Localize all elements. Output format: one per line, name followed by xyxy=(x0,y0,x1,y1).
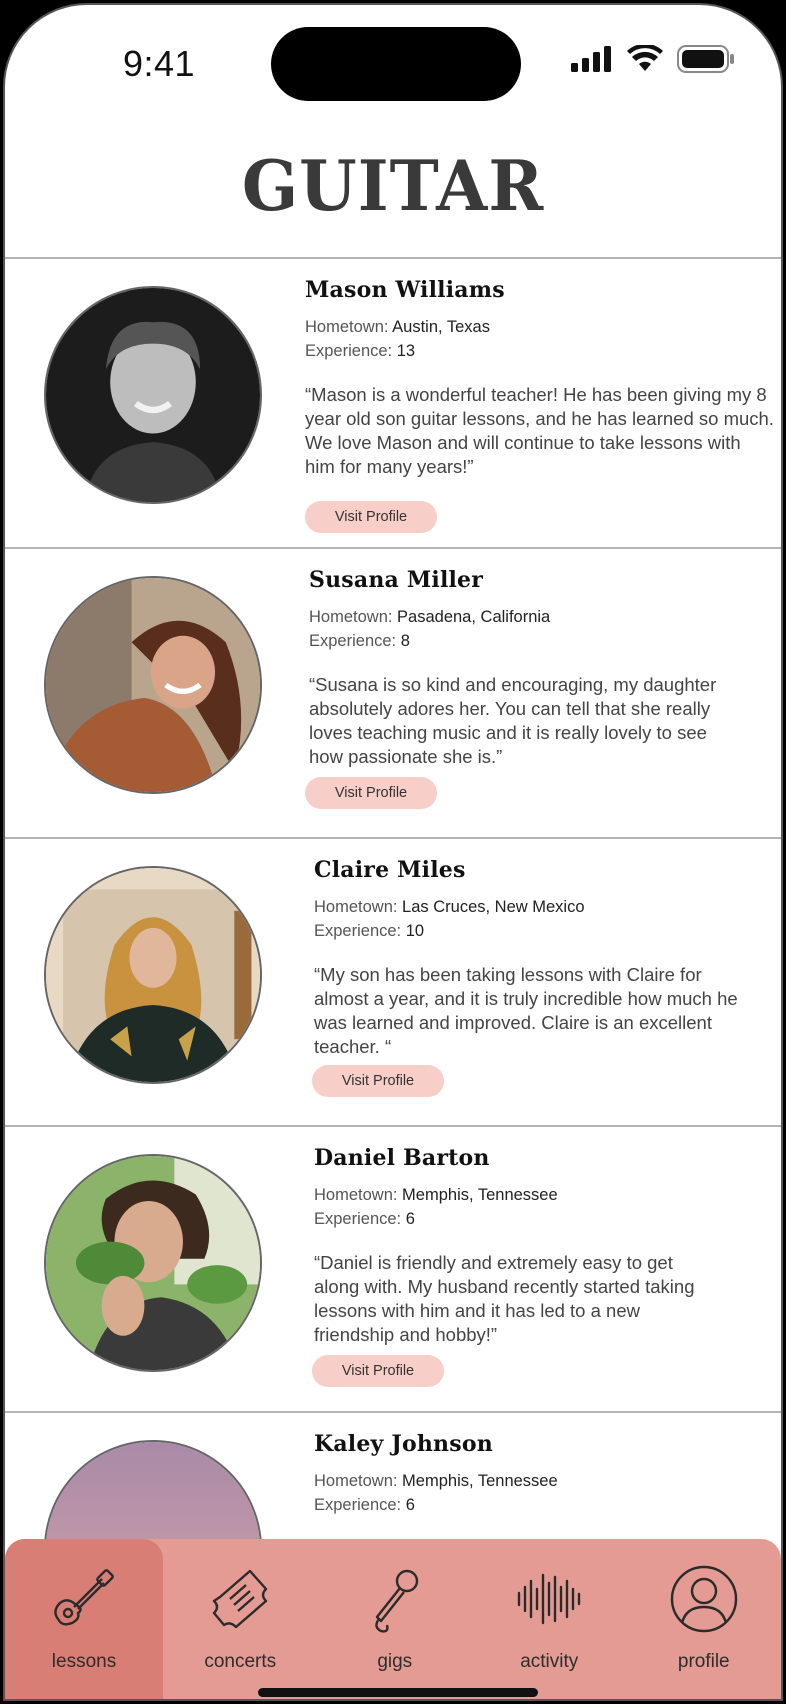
review-text: “Susana is so kind and encouraging, my d… xyxy=(309,674,717,767)
teacher-avatar[interactable] xyxy=(44,866,262,1084)
teacher-name: Kaley Johnson xyxy=(314,1431,493,1457)
hometown-row: Hometown: Pasadena, California xyxy=(309,605,779,629)
visit-profile-button[interactable]: Visit Profile xyxy=(312,1065,444,1097)
experience-value: 6 xyxy=(405,1210,415,1228)
bottom-tab-bar: lessons concerts gigs activity profile xyxy=(5,1539,782,1699)
home-indicator[interactable] xyxy=(258,1688,538,1697)
hometown-label: Hometown: xyxy=(314,1472,398,1490)
teacher-list[interactable]: Mason Williams Hometown: Austin, Texas E… xyxy=(5,259,781,1699)
experience-value: 13 xyxy=(396,342,416,360)
teacher-info: Daniel Barton Hometown: Memphis, Tenness… xyxy=(312,1145,781,1387)
screen: 9:41 GUITAR Mason Williams Hometown: Aus… xyxy=(3,3,783,1701)
tab-profile[interactable]: profile xyxy=(627,1539,782,1699)
teacher-card: Claire Miles Hometown: Las Cruces, New M… xyxy=(5,839,781,1127)
hometown-label: Hometown: xyxy=(309,608,393,626)
experience-label: Experience: xyxy=(314,1210,402,1228)
teacher-avatar[interactable] xyxy=(44,1154,262,1372)
tab-concerts[interactable]: concerts xyxy=(163,1539,318,1699)
review-text: “Daniel is friendly and extremely easy t… xyxy=(314,1252,695,1345)
dynamic-island xyxy=(271,27,521,101)
experience-value: 6 xyxy=(405,1496,415,1514)
hometown-row: Hometown: Memphis, Tennessee xyxy=(314,1469,781,1493)
teacher-info: Mason Williams Hometown: Austin, Texas E… xyxy=(305,277,775,533)
tab-label: lessons xyxy=(51,1651,117,1672)
hometown-value: Pasadena, California xyxy=(397,608,551,626)
portrait-image xyxy=(46,868,260,1082)
teacher-card: Daniel Barton Hometown: Memphis, Tenness… xyxy=(5,1127,781,1413)
experience-row: Experience: 6 xyxy=(314,1207,781,1231)
experience-label: Experience: xyxy=(309,632,397,650)
user-icon xyxy=(670,1565,737,1633)
teacher-avatar[interactable] xyxy=(44,286,262,504)
portrait-image xyxy=(46,1156,260,1370)
hometown-value: Memphis, Tennessee xyxy=(402,1186,558,1204)
microphone-icon xyxy=(375,1569,418,1633)
teacher-name: Mason Williams xyxy=(305,277,505,303)
tab-label: gigs xyxy=(377,1651,413,1672)
visit-profile-button[interactable]: Visit Profile xyxy=(312,1355,444,1387)
soundwave-icon xyxy=(518,1573,581,1625)
teacher-name: Daniel Barton xyxy=(314,1145,490,1171)
review-text: “My son has been taking lessons with Cla… xyxy=(314,964,738,1057)
teacher-card: Susana Miller Hometown: Pasadena, Califo… xyxy=(5,549,781,839)
review-text: “Mason is a wonderful teacher! He has be… xyxy=(305,384,774,477)
visit-profile-button[interactable]: Visit Profile xyxy=(305,501,437,533)
visit-profile-button[interactable]: Visit Profile xyxy=(305,777,437,809)
tab-label: concerts xyxy=(204,1651,277,1672)
hometown-value: Austin, Texas xyxy=(392,318,490,336)
page-title: GUITAR xyxy=(241,145,545,227)
experience-value: 8 xyxy=(400,632,410,650)
experience-label: Experience: xyxy=(305,342,393,360)
hometown-label: Hometown: xyxy=(314,1186,398,1204)
portrait-image xyxy=(46,578,260,792)
guitar-icon xyxy=(54,1569,114,1626)
portrait-image xyxy=(46,288,260,502)
experience-row: Experience: 10 xyxy=(314,919,781,943)
experience-label: Experience: xyxy=(314,1496,402,1514)
experience-label: Experience: xyxy=(314,922,402,940)
wifi-icon xyxy=(627,45,663,71)
teacher-info: Kaley Johnson Hometown: Memphis, Tenness… xyxy=(314,1431,781,1517)
ticket-icon xyxy=(213,1569,268,1629)
phone-frame: 9:41 GUITAR Mason Williams Hometown: Aus… xyxy=(0,0,786,1704)
tab-activity[interactable]: activity xyxy=(472,1539,627,1699)
tab-label: profile xyxy=(677,1651,730,1672)
hometown-value: Memphis, Tennessee xyxy=(402,1472,558,1490)
app-header: GUITAR xyxy=(5,115,781,259)
hometown-row: Hometown: Memphis, Tennessee xyxy=(314,1183,781,1207)
status-bar: 9:41 xyxy=(5,5,781,115)
hometown-label: Hometown: xyxy=(314,898,398,916)
experience-row: Experience: 13 xyxy=(305,339,775,363)
hometown-value: Las Cruces, New Mexico xyxy=(402,898,585,916)
experience-row: Experience: 8 xyxy=(309,629,779,653)
hometown-row: Hometown: Las Cruces, New Mexico xyxy=(314,895,781,919)
status-icons xyxy=(571,45,735,73)
hometown-label: Hometown: xyxy=(305,318,389,336)
teacher-name: Susana Miller xyxy=(309,567,484,593)
status-time: 9:41 xyxy=(123,43,196,84)
teacher-card: Mason Williams Hometown: Austin, Texas E… xyxy=(5,259,781,549)
experience-value: 10 xyxy=(405,922,425,940)
experience-row: Experience: 6 xyxy=(314,1493,781,1517)
tab-gigs[interactable]: gigs xyxy=(318,1539,473,1699)
teacher-name: Claire Miles xyxy=(314,857,466,883)
battery-icon xyxy=(677,45,734,73)
teacher-info: Susana Miller Hometown: Pasadena, Califo… xyxy=(305,567,779,809)
tab-lessons[interactable]: lessons xyxy=(5,1539,163,1699)
teacher-info: Claire Miles Hometown: Las Cruces, New M… xyxy=(312,857,781,1097)
tab-label: activity xyxy=(520,1651,579,1672)
hometown-row: Hometown: Austin, Texas xyxy=(305,315,775,339)
signal-icon xyxy=(571,46,611,72)
teacher-avatar[interactable] xyxy=(44,576,262,794)
